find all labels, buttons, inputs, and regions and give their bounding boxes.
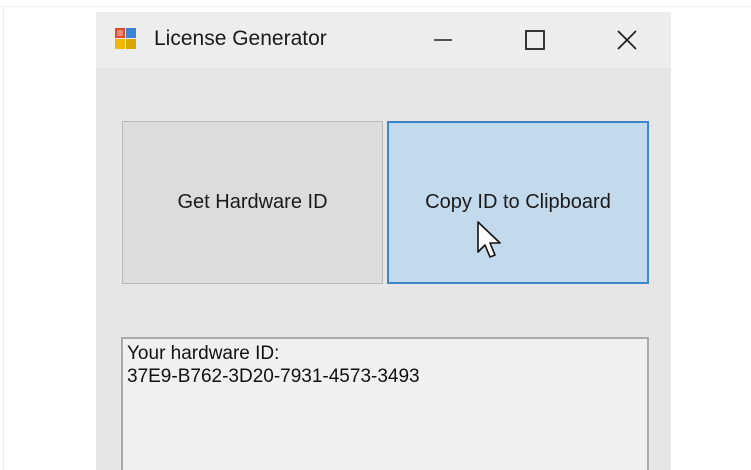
copy-id-button[interactable]: Copy ID to Clipboard: [387, 121, 649, 284]
close-icon: [617, 30, 637, 50]
hardware-id-value: 37E9-B762-3D20-7931-4573-3493: [127, 366, 420, 387]
get-hardware-id-button[interactable]: Get Hardware ID: [122, 121, 383, 284]
license-generator-window: License Generator Get Hardware ID Copy I…: [96, 12, 671, 470]
minimize-button[interactable]: [397, 12, 489, 68]
mouse-cursor-icon: [477, 221, 501, 258]
minimize-icon: [434, 39, 452, 41]
window-title: License Generator: [154, 27, 327, 50]
maximize-icon: [525, 30, 545, 50]
app-icon[interactable]: [114, 27, 138, 51]
page-left-border: [3, 6, 4, 470]
close-button[interactable]: [581, 12, 671, 68]
hardware-id-textbox[interactable]: Your hardware ID: 37E9-B762-3D20-7931-45…: [121, 337, 649, 470]
title-bar[interactable]: License Generator: [96, 12, 671, 68]
maximize-button[interactable]: [489, 12, 581, 68]
hardware-id-label: Your hardware ID:: [127, 343, 280, 364]
page-top-border: [0, 6, 751, 7]
